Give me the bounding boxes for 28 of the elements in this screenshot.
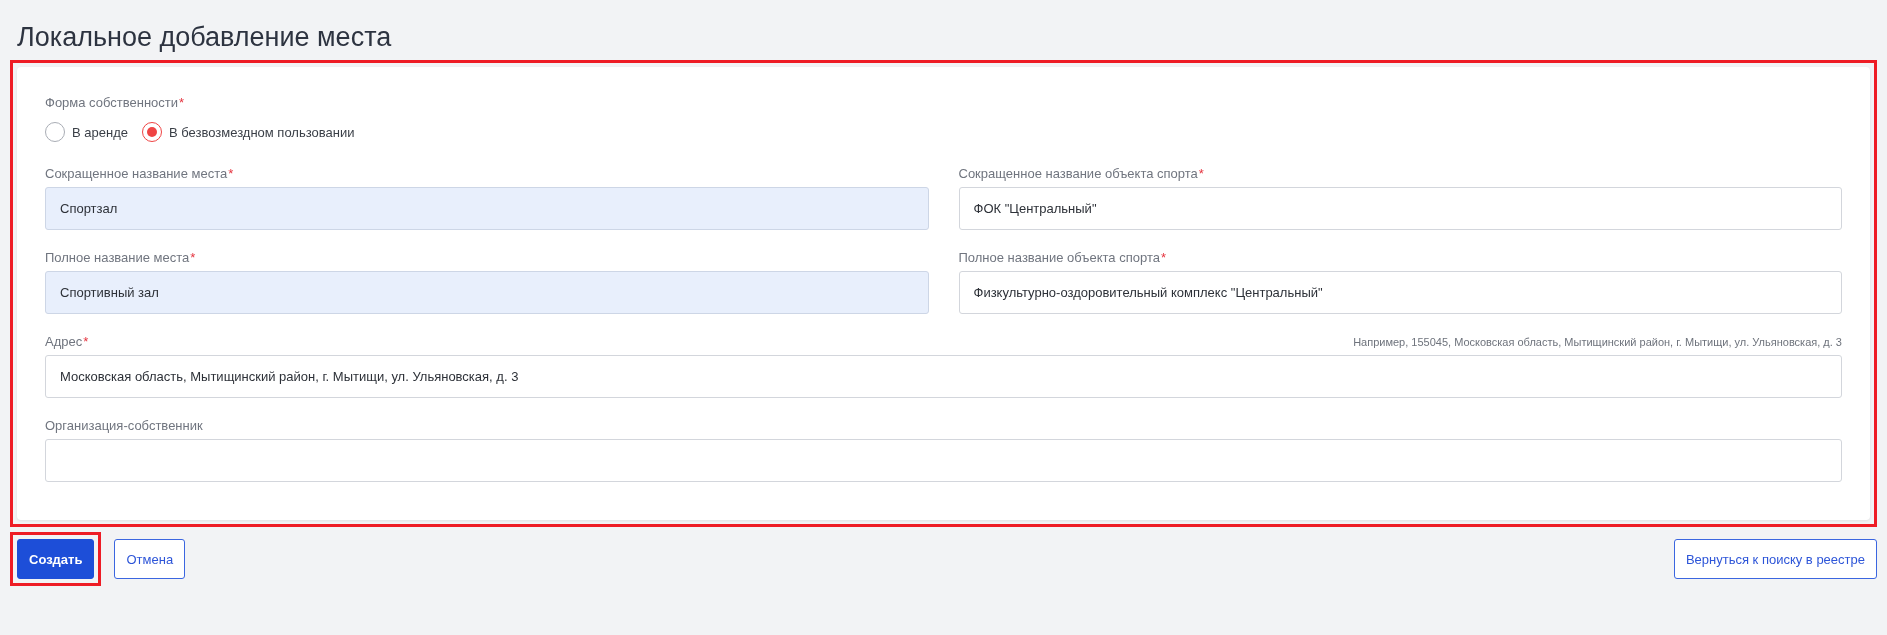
back-button[interactable]: Вернуться к поиску в реестре — [1673, 539, 1877, 579]
radio-label[interactable]: В аренде — [72, 124, 128, 140]
input-field[interactable]: ФОК "Центральный" — [958, 187, 1842, 230]
input-field[interactable]: Спортивный зал — [45, 271, 929, 314]
field-label: Сокращенное название объекта спорта — [958, 166, 1198, 181]
input-field[interactable]: Московская область, Мытищинский район, г. Мытищи, ул. Ульяновская, д. 3 — [45, 355, 1842, 398]
field-label: Полное название объекта спорта — [958, 250, 1160, 265]
field-label: Форма собственности — [45, 95, 179, 110]
required-mark: * — [1160, 250, 1167, 265]
cancel-button[interactable]: Отмена — [114, 539, 186, 579]
radio-label[interactable]: В безвозмездном пользовании — [168, 124, 355, 140]
radio-button[interactable] — [141, 122, 162, 142]
field-label: Полное название места — [45, 250, 190, 265]
required-mark: * — [1198, 166, 1204, 181]
field-hint: Например, 155045, Московская область, Мытищинский район, г. Мытищи, ул. Ульяновская, д. 3 — [1353, 336, 1842, 348]
page-title: Локальное добавление места — [17, 21, 393, 54]
field-label: Сокращенное название места — [45, 166, 228, 181]
input-field[interactable] — [45, 439, 1842, 482]
field-label: Организация-собственник — [45, 418, 203, 433]
required-mark: * — [179, 95, 185, 110]
input-field[interactable]: Физкультурно-оздоровительный комплекс "Центральный" — [958, 271, 1842, 314]
required-mark: * — [83, 334, 89, 349]
field-label: Адрес — [45, 334, 83, 349]
create-button[interactable]: Создать — [17, 539, 95, 579]
radio-button[interactable] — [45, 122, 65, 142]
required-mark: * — [228, 166, 234, 181]
input-field[interactable]: Спортзал — [45, 187, 929, 230]
required-mark: * — [190, 250, 196, 265]
